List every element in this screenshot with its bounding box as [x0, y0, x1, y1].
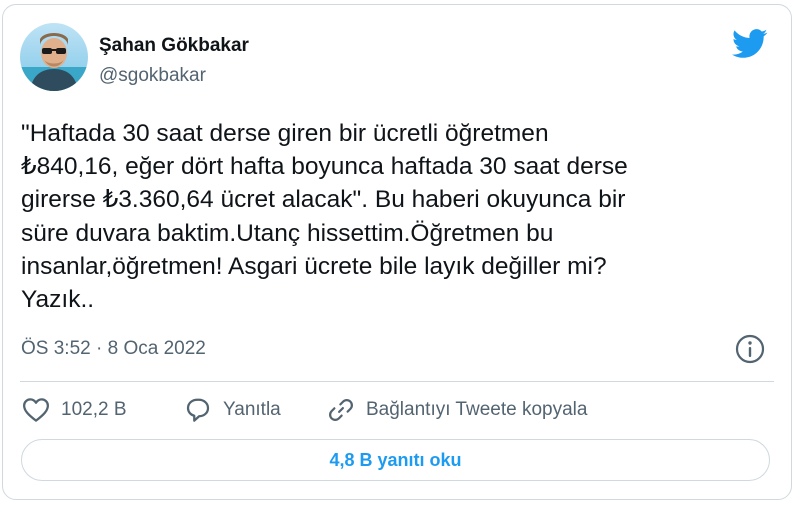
like-button[interactable]: 102,2 B: [21, 394, 127, 426]
author-name[interactable]: Şahan Gökbakar: [99, 35, 249, 57]
copy-link-label: Bağlantıyı Tweete kopyala: [366, 399, 588, 420]
link-icon: [329, 399, 353, 421]
speech-bubble-icon: [186, 398, 210, 422]
author-handle[interactable]: @sgokbakar: [99, 65, 206, 87]
tweet-card: Şahan Gökbakar @sgokbakar "Haftada 30 sa…: [2, 4, 792, 500]
divider: [20, 381, 774, 382]
info-icon[interactable]: [734, 333, 766, 365]
reply-label: Yanıtla: [223, 399, 281, 420]
read-replies-button[interactable]: 4,8 B yanıtı oku: [21, 439, 770, 481]
reply-button[interactable]: Yanıtla: [183, 394, 281, 426]
avatar[interactable]: [20, 23, 88, 91]
copy-link-button[interactable]: Bağlantıyı Tweete kopyala: [326, 394, 587, 426]
avatar-image: [20, 23, 88, 91]
tweet-text: "Haftada 30 saat derse giren bir ücretli…: [21, 120, 628, 314]
read-replies-label: 4,8 B yanıtı oku: [329, 449, 462, 470]
twitter-bird-icon[interactable]: [732, 29, 768, 59]
like-count: 102,2 B: [61, 399, 127, 420]
tweet-timestamp[interactable]: ÖS 3:52 · 8 Oca 2022: [21, 338, 206, 360]
heart-icon: [23, 398, 49, 422]
